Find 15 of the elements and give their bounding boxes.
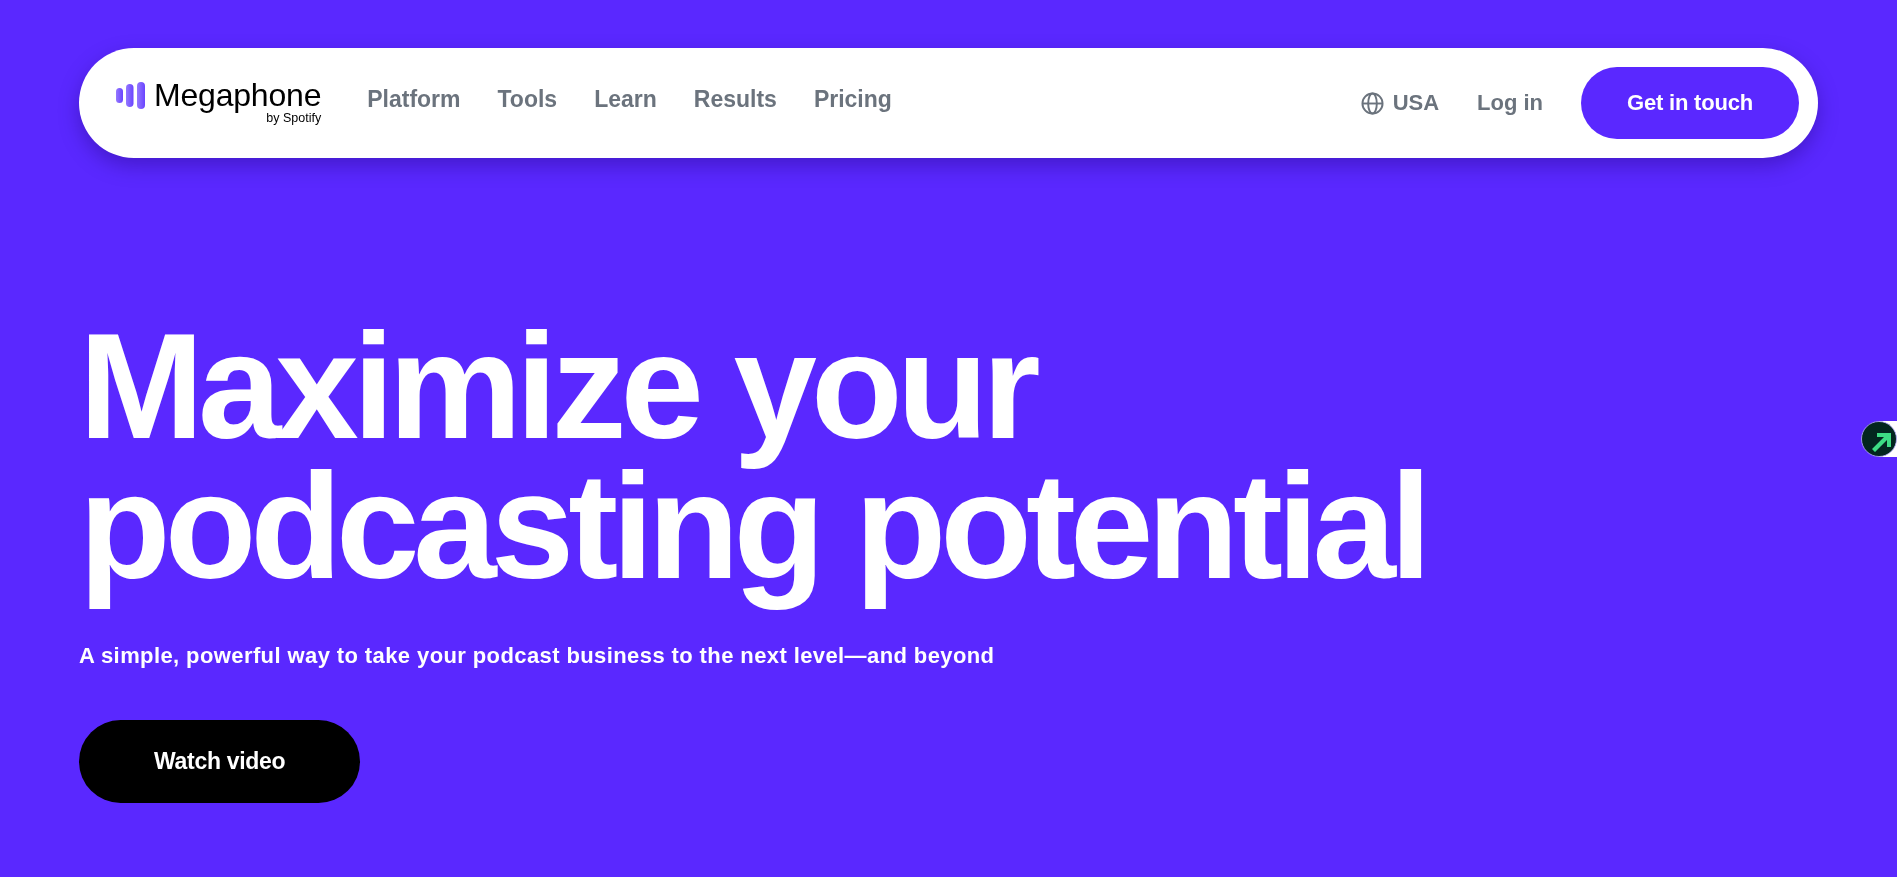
login-link[interactable]: Log in xyxy=(1477,90,1544,116)
get-in-touch-button[interactable]: Get in touch xyxy=(1581,67,1799,139)
globe-icon xyxy=(1360,91,1384,115)
region-selector[interactable]: USA xyxy=(1360,90,1440,116)
arrow-badge-icon[interactable] xyxy=(1861,421,1897,457)
nav-link[interactable]: Tools xyxy=(497,85,558,113)
logo-tagline: by Spotify xyxy=(266,111,322,126)
nav-link[interactable]: Platform xyxy=(367,85,461,113)
nav-link[interactable]: Results xyxy=(693,85,777,113)
nav-link[interactable]: Pricing xyxy=(813,85,892,113)
hero-subtitle: A simple, powerful way to take your podcast business to the next level—and beyond xyxy=(79,642,995,670)
watch-video-button[interactable]: Watch video xyxy=(79,720,361,803)
bars-logo-icon[interactable] xyxy=(116,82,146,109)
nav-link[interactable]: Learn xyxy=(594,85,657,113)
hero-headline: Maximize your podcasting potential xyxy=(79,316,1426,612)
